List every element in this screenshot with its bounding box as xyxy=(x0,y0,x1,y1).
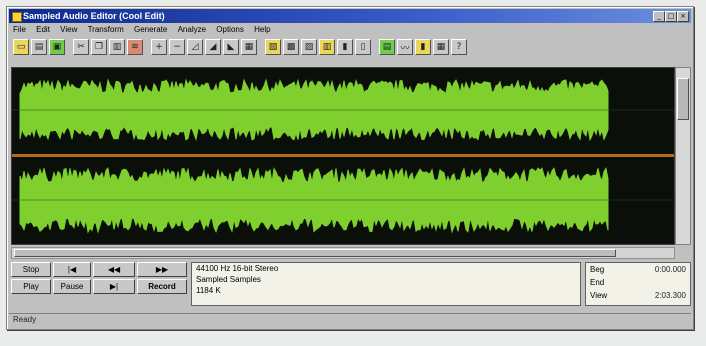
mix-button[interactable]: ≋ xyxy=(127,39,143,55)
waveform-display[interactable] xyxy=(11,67,675,245)
horizontal-scroll-thumb[interactable] xyxy=(14,249,616,257)
pause-button[interactable]: Pause xyxy=(53,279,91,294)
record-button[interactable]: Record xyxy=(137,279,187,294)
maximize-button[interactable]: □ xyxy=(665,11,677,22)
zoom-in-icon: + xyxy=(155,42,163,52)
new-button[interactable]: ▭ xyxy=(13,39,29,55)
help-icon: ? xyxy=(456,42,462,52)
tempo-button[interactable]: ▥ xyxy=(319,39,335,55)
horizontal-scrollbar[interactable] xyxy=(11,247,675,259)
file-info-panel: 44100 Hz 16-bit Stereo Sampled Samples 1… xyxy=(191,262,581,306)
window-title: Sampled Audio Editor (Cool Edit) xyxy=(23,11,165,21)
end-label: End xyxy=(590,278,605,287)
app-icon xyxy=(12,12,22,22)
vertical-scroll-thumb[interactable] xyxy=(677,78,689,120)
waveform-icon: 〰 xyxy=(400,43,410,54)
zoom-out-icon: − xyxy=(173,42,181,52)
reverb-button[interactable]: ▦ xyxy=(241,39,257,55)
forward-button[interactable]: ▶▶ xyxy=(137,262,187,277)
stop-button[interactable]: Stop xyxy=(11,262,51,277)
play-button[interactable]: Play xyxy=(11,279,51,294)
cut-icon: ✂ xyxy=(77,42,85,52)
help-button[interactable]: ? xyxy=(451,39,467,55)
channel-divider xyxy=(12,154,674,157)
begin-label: Beg xyxy=(590,265,605,274)
view-label: View xyxy=(590,291,608,300)
paste-icon: ▥ xyxy=(112,42,122,52)
save-icon: ▣ xyxy=(52,42,62,52)
spectral-icon: ▤ xyxy=(382,42,392,52)
envelope-icon: ◿ xyxy=(191,42,199,52)
noise-button[interactable]: ▩ xyxy=(283,39,299,55)
settings-icon: ▦ xyxy=(436,42,446,52)
minimize-button[interactable]: _ xyxy=(653,11,665,22)
envelope-button[interactable]: ◿ xyxy=(187,39,203,55)
rewind-button[interactable]: |◀ xyxy=(53,262,91,277)
status-text: Ready xyxy=(13,315,37,324)
pitch-icon: ▨ xyxy=(304,42,314,52)
begin-value[interactable]: 0:00.000 xyxy=(655,263,686,276)
title-bar[interactable]: Sampled Audio Editor (Cool Edit) _ □ × xyxy=(9,9,691,23)
menu-transform[interactable]: Transform xyxy=(84,24,128,36)
menu-generate[interactable]: Generate xyxy=(130,24,171,36)
marker-button[interactable]: ▮ xyxy=(337,39,353,55)
copy-icon: ❐ xyxy=(94,42,104,52)
menu-help[interactable]: Help xyxy=(250,24,274,36)
mix-icon: ≋ xyxy=(131,42,139,52)
toolbar: ▭ ▤ ▣ ✂ ❐ ▥ ≋ + − ◿ ◢ ◣ ▦ ▧ ▩ ▨ ▥ ▮ ▯ ▤ 〰 ▮ ▦? xyxy=(9,37,695,57)
menu-file[interactable]: File xyxy=(9,24,30,36)
marker-icon: ▮ xyxy=(342,42,348,52)
tempo-icon: ▥ xyxy=(322,42,332,52)
amplify-button[interactable]: ◢ xyxy=(205,39,221,55)
filter-button[interactable]: ◣ xyxy=(223,39,239,55)
settings-button[interactable]: ▦ xyxy=(433,39,449,55)
filter-icon: ◣ xyxy=(227,42,235,52)
stats-button[interactable]: ▮ xyxy=(415,39,431,55)
spectral-button[interactable]: ▤ xyxy=(379,39,395,55)
open-icon: ▤ xyxy=(34,42,44,52)
format-info: 44100 Hz 16-bit Stereo xyxy=(196,264,279,273)
echo-button[interactable]: ▧ xyxy=(265,39,281,55)
selection-panel: Beg 0:00.000 End View 2:03.300 xyxy=(585,262,691,306)
menu-edit[interactable]: Edit xyxy=(32,24,54,36)
menu-analyze[interactable]: Analyze xyxy=(174,24,210,36)
echo-icon: ▧ xyxy=(268,42,278,52)
new-icon: ▭ xyxy=(16,42,26,52)
amplify-icon: ◢ xyxy=(209,42,217,52)
cut-button[interactable]: ✂ xyxy=(73,39,89,55)
menu-bar: File Edit View Transform Generate Analyz… xyxy=(9,24,691,36)
close-button[interactable]: × xyxy=(677,11,689,22)
pitch-button[interactable]: ▨ xyxy=(301,39,317,55)
cue-icon: ▯ xyxy=(360,42,366,52)
transport-panel: Stop |◀ ◀◀ ▶▶ Play Pause ▶| Record 44100… xyxy=(11,261,691,321)
copy-button[interactable]: ❐ xyxy=(91,39,107,55)
size-info: 1184 K xyxy=(196,286,221,295)
zoom-out-button[interactable]: − xyxy=(169,39,185,55)
app-window: Sampled Audio Editor (Cool Edit) _ □ × F… xyxy=(6,6,694,330)
reverb-icon: ▦ xyxy=(244,42,254,52)
zoom-in-button[interactable]: + xyxy=(151,39,167,55)
stats-icon: ▮ xyxy=(420,42,426,52)
status-bar: Ready xyxy=(9,313,691,326)
waveform-button[interactable]: 〰 xyxy=(397,39,413,55)
end-button[interactable]: ▶| xyxy=(93,279,135,294)
view-value[interactable]: 2:03.300 xyxy=(655,289,686,302)
menu-view[interactable]: View xyxy=(56,24,81,36)
save-button[interactable]: ▣ xyxy=(49,39,65,55)
paste-button[interactable]: ▥ xyxy=(109,39,125,55)
cue-button[interactable]: ▯ xyxy=(355,39,371,55)
vertical-scrollbar[interactable] xyxy=(675,67,691,245)
waveform-canvas[interactable] xyxy=(12,68,674,244)
open-button[interactable]: ▤ xyxy=(31,39,47,55)
samples-info: Sampled Samples xyxy=(196,275,261,284)
menu-options[interactable]: Options xyxy=(212,24,248,36)
back-button[interactable]: ◀◀ xyxy=(93,262,135,277)
noise-icon: ▩ xyxy=(286,42,296,52)
